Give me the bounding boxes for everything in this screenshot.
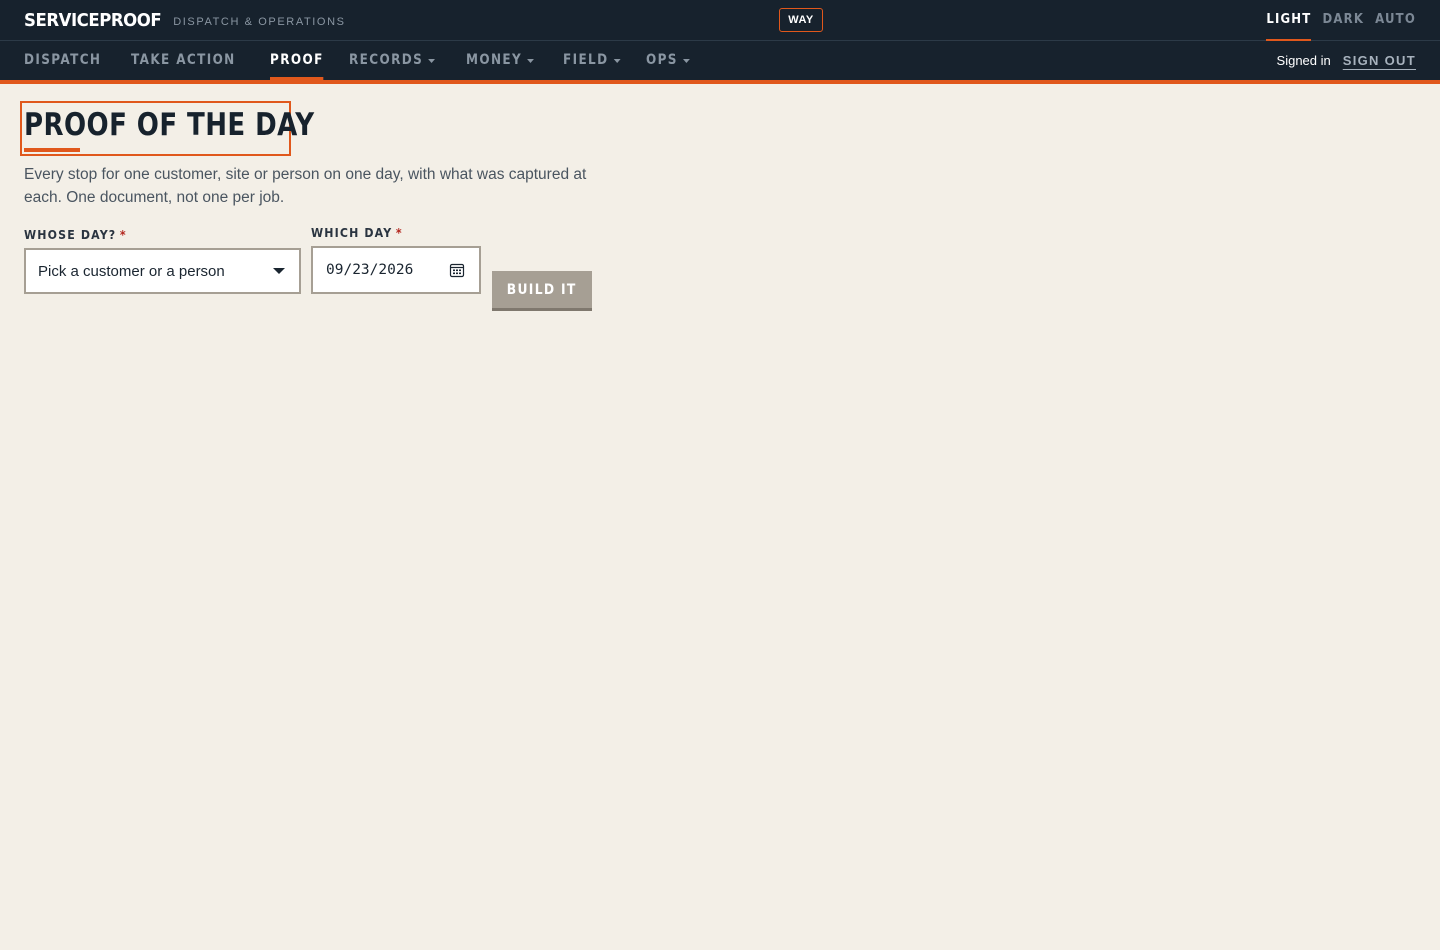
nav-item-money[interactable]: MONEY (466, 41, 535, 80)
sign-out-link[interactable]: SIGN OUT (1343, 53, 1416, 68)
whose-day-field: WHOSE DAY? * Pick a customer or a person (24, 227, 301, 294)
nav-item-label: OPS (646, 52, 679, 68)
whose-day-select-value: Pick a customer or a person (38, 262, 225, 280)
way-badge[interactable]: WAY (779, 8, 823, 32)
title-accent-rule (24, 148, 80, 152)
page-intro: Every stop for one customer, site or per… (24, 166, 587, 206)
required-marker: * (395, 225, 403, 240)
top-bar: SERVICEPROOF DISPATCH & OPERATIONS WAY L… (0, 0, 1440, 42)
main-nav: DISPATCH TAKE ACTION PROOF RECORDS MONEY… (0, 41, 1440, 84)
chevron-down-icon (683, 59, 691, 63)
chevron-down-icon (613, 59, 621, 63)
theme-dark-option[interactable]: DARK (1322, 0, 1364, 41)
nav-item-label: TAKE ACTION (130, 52, 236, 68)
signed-in-status: Signed in (1276, 53, 1331, 68)
nav-item-label: RECORDS (349, 52, 424, 68)
brand-tagline: DISPATCH & OPERATIONS (173, 16, 346, 28)
calendar-icon[interactable] (449, 262, 465, 278)
theme-light-option[interactable]: LIGHT (1266, 0, 1312, 42)
brand-logo[interactable]: SERVICEPROOF (24, 10, 162, 31)
proof-form: WHOSE DAY? * Pick a customer or a person … (24, 225, 1416, 311)
nav-item-label: FIELD (562, 52, 609, 68)
whose-day-label: WHOSE DAY? * (24, 227, 268, 242)
theme-auto-option[interactable]: AUTO (1375, 0, 1416, 41)
whose-day-label-text: WHOSE DAY? (24, 227, 117, 242)
chevron-down-icon (428, 59, 436, 63)
theme-switcher: LIGHT DARK AUTO (1266, 0, 1416, 42)
whose-day-select[interactable]: Pick a customer or a person (24, 248, 301, 294)
page-title-block: PROOF OF THE DAY (20, 101, 315, 156)
nav-item-records[interactable]: RECORDS (349, 41, 436, 80)
build-it-button[interactable]: BUILD IT (492, 271, 592, 311)
which-day-field: WHICH DAY * 09/23/2026 (311, 225, 481, 294)
which-day-label: WHICH DAY * (311, 225, 461, 240)
chevron-down-icon (273, 268, 285, 274)
account-area: Signed in SIGN OUT (1277, 41, 1416, 80)
nav-item-label: PROOF (269, 52, 324, 68)
nav-item-ops[interactable]: OPS (646, 41, 691, 80)
main-content: PROOF OF THE DAY Every stop for one cust… (0, 84, 1440, 311)
nav-item-dispatch[interactable]: DISPATCH (24, 41, 101, 80)
build-it-button-label: BUILD IT (507, 281, 577, 298)
which-day-date-input[interactable]: 09/23/2026 (311, 246, 481, 294)
nav-item-field[interactable]: FIELD (563, 41, 621, 80)
nav-item-take-action[interactable]: TAKE ACTION (131, 41, 236, 80)
nav-item-label: DISPATCH (24, 52, 102, 68)
required-marker: * (119, 227, 127, 242)
nav-item-label: MONEY (466, 52, 523, 68)
which-day-date-value: 09/23/2026 (326, 262, 414, 278)
nav-item-proof[interactable]: PROOF (269, 41, 324, 80)
chevron-down-icon (527, 59, 535, 63)
which-day-label-text: WHICH DAY (311, 225, 393, 240)
page-title: PROOF OF THE DAY (24, 107, 315, 143)
